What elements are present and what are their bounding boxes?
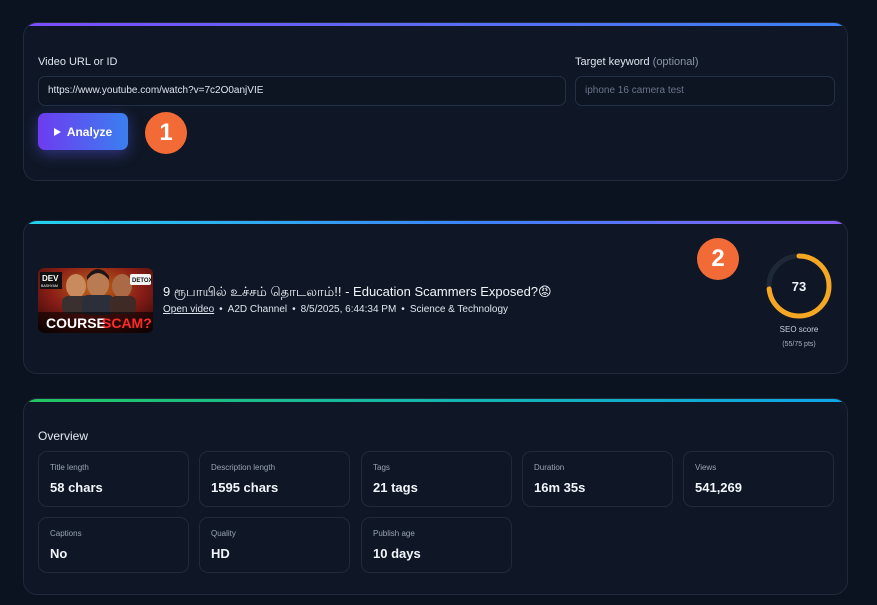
thumb-badge-left-top: DEV bbox=[42, 274, 59, 283]
seo-score-value: 73 bbox=[791, 278, 807, 294]
stat-value: 1595 chars bbox=[211, 480, 279, 495]
meta-separator: • bbox=[219, 304, 223, 315]
thumb-badge-right: DETOX bbox=[132, 278, 153, 284]
analyze-form-card: Video URL or ID https://www.youtube.com/… bbox=[23, 22, 848, 181]
target-keyword-input[interactable]: iphone 16 camera test bbox=[575, 76, 835, 106]
overview-title: Overview bbox=[38, 429, 89, 443]
open-video-link[interactable]: Open video bbox=[163, 304, 214, 315]
stat-tags: Tags 21 tags bbox=[361, 451, 512, 507]
stat-value: No bbox=[50, 546, 68, 561]
stat-value: 16m 35s bbox=[534, 480, 586, 495]
meta-separator: • bbox=[401, 304, 405, 315]
target-keyword-label: Target keyword (optional) bbox=[575, 56, 699, 68]
stat-quality: Quality HD bbox=[199, 517, 350, 573]
analyze-button[interactable]: Analyze bbox=[38, 113, 128, 150]
stat-duration: Duration 16m 35s bbox=[522, 451, 673, 507]
stat-label: Duration bbox=[534, 463, 565, 472]
stat-title-length: Title length 58 chars bbox=[38, 451, 189, 507]
video-meta: Open video • A2D Channel • 8/5/2025, 6:4… bbox=[163, 304, 508, 315]
video-category: Science & Technology bbox=[409, 304, 509, 315]
thumb-badge-left-bottom: BASHYAM bbox=[41, 284, 58, 288]
channel-name: A2D Channel bbox=[227, 304, 288, 315]
stat-value: 58 chars bbox=[50, 480, 103, 495]
stat-publish-age: Publish age 10 days bbox=[361, 517, 512, 573]
seo-score-label: SEO score bbox=[779, 325, 819, 334]
play-icon bbox=[53, 127, 61, 136]
video-thumbnail[interactable]: DEV BASHYAM DETOX COURSE SCAM? bbox=[38, 268, 153, 333]
publish-date: 8/5/2025, 6:44:34 PM bbox=[300, 304, 397, 315]
stat-views: Views 541,269 bbox=[683, 451, 834, 507]
step-marker-1: 1 bbox=[145, 112, 187, 154]
stat-description-length: Description length 1595 chars bbox=[199, 451, 350, 507]
overview-card: Overview Title length 58 chars Descripti… bbox=[23, 398, 848, 595]
stat-value: 541,269 bbox=[695, 480, 742, 495]
thumb-caption-white: COURSE bbox=[46, 315, 106, 331]
seo-score: 73 SEO score (55/75 pts) bbox=[764, 251, 834, 348]
video-url-input[interactable]: https://www.youtube.com/watch?v=7c2O0anj… bbox=[38, 76, 566, 106]
stat-label: Title length bbox=[50, 463, 89, 472]
stat-label: Captions bbox=[50, 529, 82, 538]
stat-label: Views bbox=[695, 463, 717, 472]
stat-value: 10 days bbox=[373, 546, 421, 561]
stat-label: Quality bbox=[211, 529, 236, 538]
analyze-button-label: Analyze bbox=[66, 124, 113, 139]
stat-captions: Captions No bbox=[38, 517, 189, 573]
video-title: 9 ரூபாயில் உச்சம் தொடலாம்!! - Education … bbox=[163, 284, 552, 299]
thumb-caption-red: SCAM? bbox=[102, 315, 152, 331]
stat-label: Tags bbox=[373, 463, 390, 472]
stat-value: 21 tags bbox=[373, 480, 418, 495]
seo-score-points: (55/75 pts) bbox=[782, 341, 816, 348]
stat-label: Description length bbox=[211, 463, 276, 472]
video-url-label: Video URL or ID bbox=[38, 56, 118, 68]
step-marker-2: 2 bbox=[697, 238, 739, 280]
meta-separator: • bbox=[292, 304, 296, 315]
stat-value: HD bbox=[211, 546, 230, 561]
stat-label: Publish age bbox=[373, 529, 415, 538]
